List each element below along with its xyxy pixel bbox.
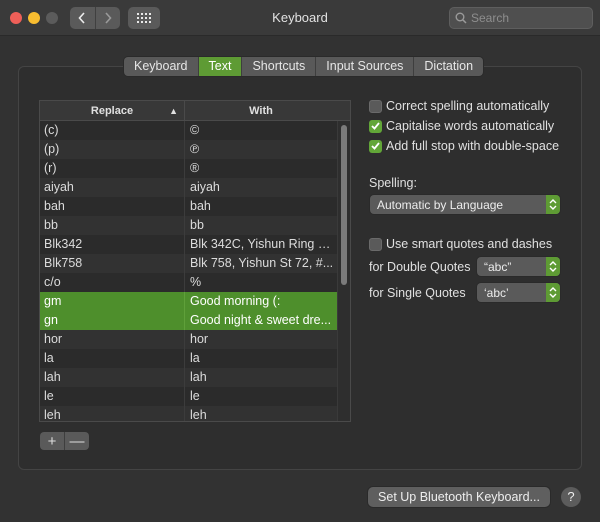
with-cell[interactable]: ® <box>185 159 337 178</box>
replace-cell[interactable]: (c) <box>40 121 185 140</box>
single-quotes-value: ‘abc’ <box>484 285 509 300</box>
table-row[interactable]: lah lah <box>40 368 350 387</box>
table-row[interactable]: hor hor <box>40 330 350 349</box>
remove-replacement-button[interactable]: — <box>64 432 89 450</box>
table-header: Replace ▲ With <box>40 101 350 121</box>
spelling-dropdown-value: Automatic by Language <box>377 197 504 212</box>
table-row[interactable]: (r) ® <box>40 159 350 178</box>
smart-quotes-option[interactable]: Use smart quotes and dashes <box>369 237 552 251</box>
replace-cell[interactable]: le <box>40 387 185 406</box>
single-quotes-dropdown[interactable]: ‘abc’ <box>477 283 560 302</box>
with-cell[interactable]: Blk 342C, Yishun Ring R... <box>185 235 337 254</box>
replace-cell[interactable]: Blk342 <box>40 235 185 254</box>
spelling-label: Spelling: <box>369 176 417 190</box>
sort-ascending-icon: ▲ <box>169 106 178 116</box>
replace-cell[interactable]: (p) <box>40 140 185 159</box>
correct-spelling-label: Correct spelling automatically <box>386 99 550 113</box>
replace-cell[interactable]: bah <box>40 197 185 216</box>
replace-cell[interactable]: gn <box>40 311 185 330</box>
title-bar: Keyboard <box>0 0 600 36</box>
table-scrollbar[interactable] <box>337 121 350 421</box>
spelling-dropdown[interactable]: Automatic by Language <box>370 195 560 214</box>
full-stop-label: Add full stop with double-space <box>386 139 560 153</box>
replace-cell[interactable]: leh <box>40 406 185 421</box>
with-cell[interactable]: bb <box>185 216 337 235</box>
set-up-bluetooth-keyboard-button[interactable]: Set Up Bluetooth Keyboard... <box>368 487 550 507</box>
full-stop-checkbox[interactable] <box>369 139 382 153</box>
replace-cell[interactable]: gm <box>40 292 185 311</box>
replace-cell[interactable]: hor <box>40 330 185 349</box>
with-cell[interactable]: lah <box>185 368 337 387</box>
add-remove-buttons: + — <box>40 432 89 450</box>
double-quotes-dropdown[interactable]: “abc” <box>477 257 560 276</box>
with-cell[interactable]: Blk 758, Yishun St 72, #... <box>185 254 337 273</box>
with-cell[interactable]: le <box>185 387 337 406</box>
column-header-replace-label: Replace <box>90 105 134 117</box>
search-field[interactable] <box>449 7 593 29</box>
double-quotes-label: for Double Quotes <box>369 260 471 274</box>
replace-cell[interactable]: aiyah <box>40 178 185 197</box>
tab-input-sources[interactable]: Input Sources <box>315 57 413 76</box>
capitalise-words-label: Capitalise words automatically <box>386 119 555 133</box>
replace-cell[interactable]: bb <box>40 216 185 235</box>
search-input[interactable] <box>471 11 586 25</box>
table-row[interactable]: gn Good night & sweet dre... <box>40 311 350 330</box>
replace-cell[interactable]: c/o <box>40 273 185 292</box>
help-button[interactable]: ? <box>561 487 581 507</box>
with-cell[interactable]: la <box>185 349 337 368</box>
capitalise-words-option[interactable]: Capitalise words automatically <box>369 119 554 133</box>
table-row[interactable]: (c) © <box>40 121 350 140</box>
table-row[interactable]: bah bah <box>40 197 350 216</box>
up-down-chevron-icon <box>546 257 560 276</box>
table-row[interactable]: Blk342 Blk 342C, Yishun Ring R... <box>40 235 350 254</box>
search-icon <box>455 12 467 24</box>
tab-bar: Keyboard Text Shortcuts Input Sources Di… <box>124 57 484 76</box>
table-row[interactable]: Blk758 Blk 758, Yishun St 72, #... <box>40 254 350 273</box>
single-quotes-label: for Single Quotes <box>369 286 466 300</box>
with-cell[interactable]: Good morning (: <box>185 292 337 311</box>
up-down-chevron-icon <box>546 283 560 302</box>
tab-text[interactable]: Text <box>197 57 242 76</box>
with-cell[interactable]: ℗ <box>185 140 337 159</box>
table-row[interactable]: aiyah aiyah <box>40 178 350 197</box>
table-row[interactable]: (p) ℗ <box>40 140 350 159</box>
with-cell[interactable]: © <box>185 121 337 140</box>
with-cell[interactable]: aiyah <box>185 178 337 197</box>
text-replacement-table: Replace ▲ With (c) © (p) ℗ (r) ® aiyah aiyah bah… <box>39 100 351 422</box>
table-row[interactable]: la la <box>40 349 350 368</box>
full-stop-option[interactable]: Add full stop with double-space <box>369 139 559 153</box>
capitalise-words-checkbox[interactable] <box>369 119 382 133</box>
replace-cell[interactable]: Blk758 <box>40 254 185 273</box>
table-body: (c) © (p) ℗ (r) ® aiyah aiyah bah bah bb bb Blk342 Bl… <box>40 121 350 421</box>
replace-cell[interactable]: la <box>40 349 185 368</box>
column-header-replace[interactable]: Replace ▲ <box>40 101 185 121</box>
add-replacement-button[interactable]: + <box>40 432 64 450</box>
checkmark-icon <box>371 142 380 150</box>
with-cell[interactable]: % <box>185 273 337 292</box>
double-quotes-value: “abc” <box>484 259 512 274</box>
up-down-chevron-icon <box>546 195 560 214</box>
tab-keyboard[interactable]: Keyboard <box>124 57 198 76</box>
with-cell[interactable]: leh <box>185 406 337 421</box>
correct-spelling-checkbox[interactable] <box>369 99 382 113</box>
replace-cell[interactable]: (r) <box>40 159 185 178</box>
tab-dictation[interactable]: Dictation <box>413 57 483 76</box>
correct-spelling-option[interactable]: Correct spelling automatically <box>369 99 549 113</box>
table-row[interactable]: c/o% <box>40 273 350 292</box>
table-row[interactable]: leh leh <box>40 406 350 421</box>
table-row[interactable]: le le <box>40 387 350 406</box>
smart-quotes-checkbox[interactable] <box>369 237 382 251</box>
column-header-with[interactable]: With <box>185 101 337 121</box>
with-cell[interactable]: Good night & sweet dre... <box>185 311 337 330</box>
with-cell[interactable]: hor <box>185 330 337 349</box>
tab-shortcuts[interactable]: Shortcuts <box>241 57 315 76</box>
smart-quotes-label: Use smart quotes and dashes <box>386 237 553 251</box>
checkmark-icon <box>371 122 380 130</box>
replace-cell[interactable]: lah <box>40 368 185 387</box>
with-cell[interactable]: bah <box>185 197 337 216</box>
table-row[interactable]: gm Good morning (: <box>40 292 350 311</box>
table-row[interactable]: bb bb <box>40 216 350 235</box>
scrollbar-thumb[interactable] <box>341 125 347 285</box>
